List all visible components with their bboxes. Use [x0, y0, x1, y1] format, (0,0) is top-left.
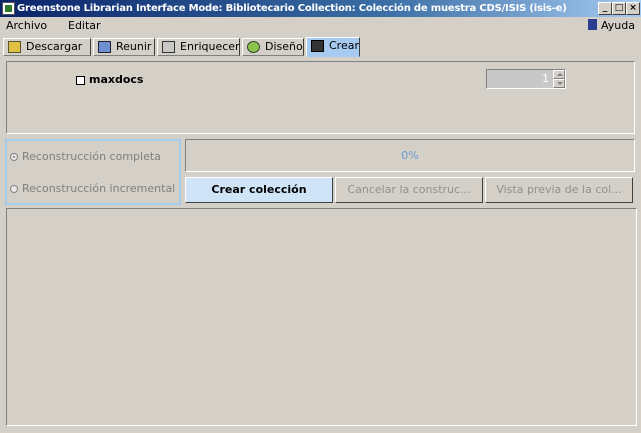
download-icon	[8, 41, 21, 53]
spinner-up-arrow-icon[interactable]	[553, 70, 565, 79]
rebuild-mode-panel: Reconstrucción completa Reconstrucción i…	[5, 139, 181, 205]
app-icon	[2, 2, 15, 15]
maxdocs-value: 1	[542, 72, 549, 85]
cancel-build-button[interactable]: Cancelar la construc...	[335, 177, 483, 203]
menu-ayuda[interactable]: Ayuda	[588, 19, 635, 32]
menu-bar: Archivo Editar Ayuda	[0, 17, 641, 35]
maxdocs-checkbox[interactable]	[76, 76, 85, 85]
incremental-rebuild-label: Reconstrucción incremental	[22, 182, 176, 195]
progress-percent: 0%	[401, 149, 419, 162]
preview-collection-button[interactable]: Vista previa de la col...	[485, 177, 633, 203]
tab-enriquecer[interactable]: Enriquecer	[157, 38, 240, 56]
incremental-rebuild-radio[interactable]	[10, 185, 18, 193]
enrich-icon	[162, 41, 175, 53]
maximize-button[interactable]: □	[612, 2, 626, 15]
full-rebuild-label: Reconstrucción completa	[22, 150, 161, 163]
build-progress-bar: 0%	[185, 139, 635, 172]
tab-crear[interactable]: Crear	[306, 37, 360, 57]
tab-label: Crear	[329, 39, 359, 52]
full-rebuild-radio[interactable]	[10, 153, 18, 161]
create-icon	[311, 40, 324, 52]
spinner-down-arrow-icon[interactable]	[553, 79, 565, 88]
maxdocs-spinner[interactable]: 1	[486, 69, 566, 89]
build-options-panel: maxdocs 1	[6, 61, 635, 134]
tab-descargar[interactable]: Descargar	[3, 38, 91, 56]
title-bar: Greenstone Librarian Interface Mode: Bib…	[0, 0, 641, 17]
build-collection-button[interactable]: Crear colección	[185, 177, 333, 203]
tab-label: Enriquecer	[180, 40, 240, 53]
maxdocs-label: maxdocs	[89, 73, 144, 86]
gather-icon	[98, 41, 111, 53]
tab-label: Descargar	[26, 40, 83, 53]
minimize-button[interactable]: _	[598, 2, 612, 15]
tab-bar: Descargar Reunir Enriquecer Diseño Crear	[0, 36, 641, 57]
close-button[interactable]: ×	[626, 2, 640, 15]
gear-icon	[247, 41, 260, 53]
menu-archivo[interactable]: Archivo	[6, 19, 47, 32]
menu-ayuda-label: Ayuda	[601, 19, 635, 32]
tab-label: Reunir	[116, 40, 152, 53]
build-log-area[interactable]	[6, 208, 637, 426]
tab-label: Diseño	[265, 40, 303, 53]
menu-editar[interactable]: Editar	[68, 19, 101, 32]
tab-diseno[interactable]: Diseño	[242, 38, 304, 56]
window-title: Greenstone Librarian Interface Mode: Bib…	[17, 3, 567, 14]
help-book-icon	[588, 19, 598, 30]
tab-reunir[interactable]: Reunir	[93, 38, 155, 56]
